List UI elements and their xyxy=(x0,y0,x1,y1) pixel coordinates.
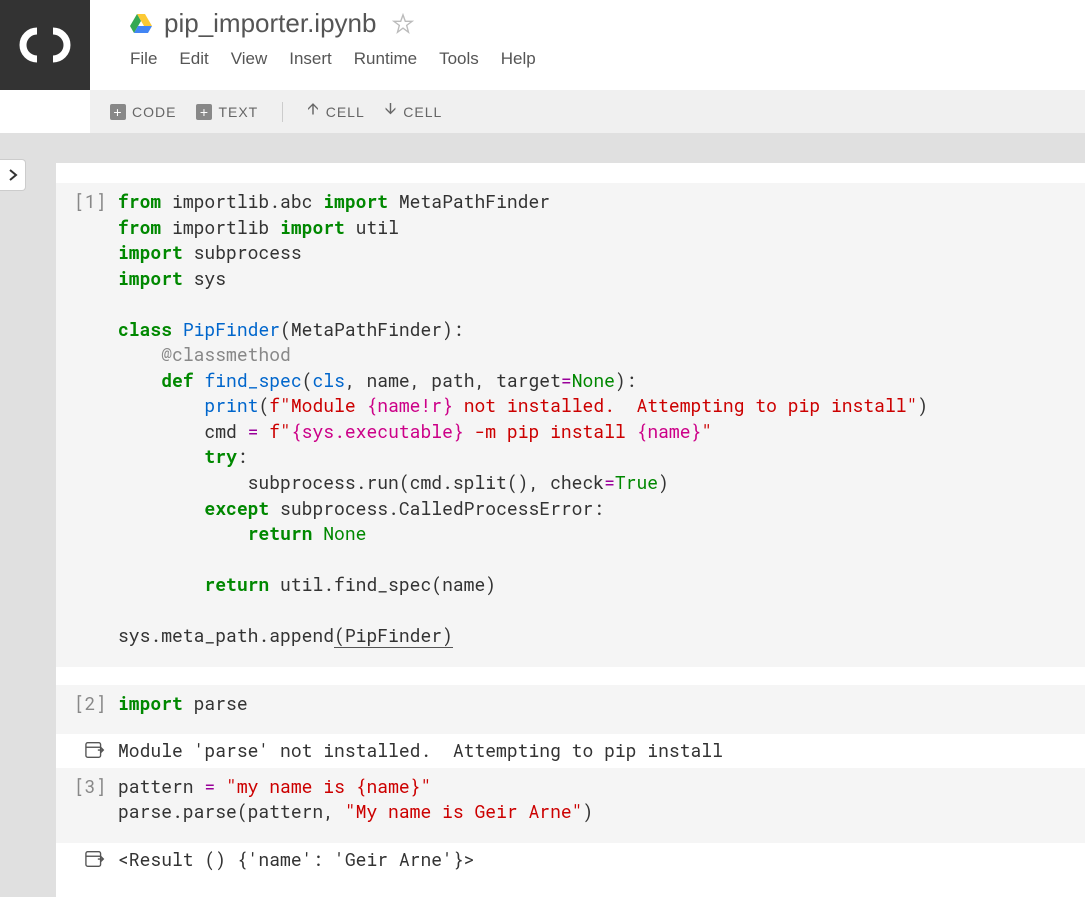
chevron-right-icon xyxy=(8,169,18,181)
header: pip_importer.ipynb File Edit View Insert… xyxy=(0,0,1085,90)
text-label: TEXT xyxy=(218,104,258,120)
cell-down-button[interactable]: 🡫 CELL xyxy=(385,98,443,125)
menu-tools[interactable]: Tools xyxy=(439,49,479,69)
cell-down-label: CELL xyxy=(403,104,442,120)
code-cell[interactable]: [2]import parse xyxy=(56,685,1085,735)
menu-help[interactable]: Help xyxy=(501,49,536,69)
toolbar-divider xyxy=(282,102,283,122)
toolbar: + CODE + TEXT 🡩 CELL 🡫 CELL xyxy=(90,90,1085,133)
drive-icon xyxy=(128,12,154,36)
cell-up-label: CELL xyxy=(326,104,365,120)
colab-logo-icon xyxy=(17,27,73,63)
output-icon xyxy=(74,738,118,764)
output-cell: Module 'parse' not installed. Attempting… xyxy=(56,734,1085,768)
star-icon[interactable] xyxy=(392,13,414,35)
arrow-up-icon: 🡩 xyxy=(307,98,320,125)
menu-view[interactable]: View xyxy=(231,49,268,69)
code-label: CODE xyxy=(132,104,176,120)
cell-prompt: [3] xyxy=(74,774,118,825)
cell-prompt: [1] xyxy=(74,189,118,649)
cell-up-button[interactable]: 🡩 CELL xyxy=(307,98,365,125)
plus-icon: + xyxy=(110,104,126,120)
title-row: pip_importer.ipynb xyxy=(90,0,1085,41)
code-cell[interactable]: [3]pattern = "my name is {name}" parse.p… xyxy=(56,768,1085,843)
menu-runtime[interactable]: Runtime xyxy=(354,49,417,69)
cell-prompt: [2] xyxy=(74,691,118,717)
code-content[interactable]: import parse xyxy=(118,691,1067,717)
menu-bar: File Edit View Insert Runtime Tools Help xyxy=(90,41,1085,79)
output-icon xyxy=(74,847,118,873)
add-code-button[interactable]: + CODE xyxy=(110,104,176,120)
output-text: Module 'parse' not installed. Attempting… xyxy=(118,738,1067,764)
menu-edit[interactable]: Edit xyxy=(179,49,208,69)
notebook: [1]from importlib.abc import MetaPathFin… xyxy=(56,163,1085,897)
menu-file[interactable]: File xyxy=(130,49,157,69)
plus-icon: + xyxy=(196,104,212,120)
output-cell: <Result () {'name': 'Geir Arne'}> xyxy=(56,843,1085,877)
arrow-down-icon: 🡫 xyxy=(385,98,398,125)
code-content[interactable]: from importlib.abc import MetaPathFinder… xyxy=(118,189,1067,649)
menu-insert[interactable]: Insert xyxy=(289,49,332,69)
workspace: [1]from importlib.abc import MetaPathFin… xyxy=(0,133,1085,897)
sidebar-toggle[interactable] xyxy=(0,159,26,191)
code-content[interactable]: pattern = "my name is {name}" parse.pars… xyxy=(118,774,1067,825)
add-text-button[interactable]: + TEXT xyxy=(196,104,258,120)
code-cell[interactable]: [1]from importlib.abc import MetaPathFin… xyxy=(56,183,1085,667)
notebook-title[interactable]: pip_importer.ipynb xyxy=(164,8,376,39)
output-text: <Result () {'name': 'Geir Arne'}> xyxy=(118,847,1067,873)
colab-logo xyxy=(0,0,90,90)
